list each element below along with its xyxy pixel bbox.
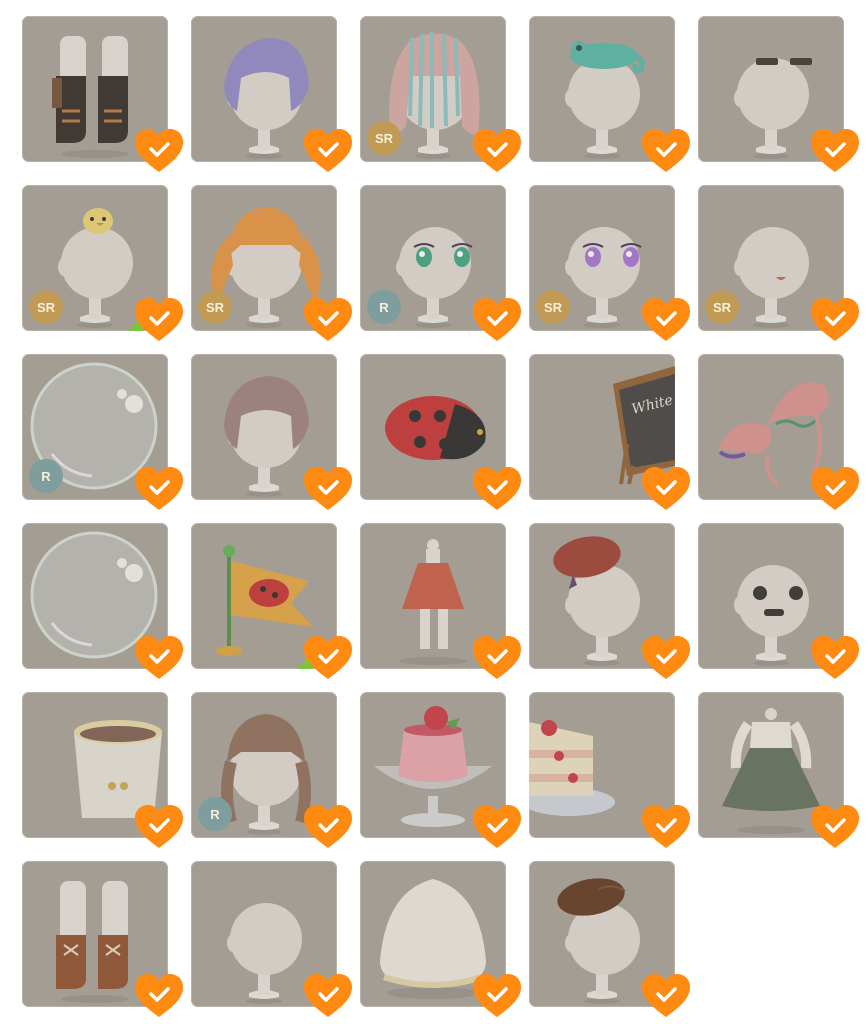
rarity-badge: SR [536, 290, 570, 324]
favorite-heart-check-icon[interactable] [472, 297, 522, 343]
favorite-heart-check-icon[interactable] [810, 128, 860, 174]
item-grid: SR SR SR R SR SR R White R [0, 0, 867, 1024]
favorite-heart-check-icon[interactable] [134, 466, 184, 512]
favorite-heart-check-icon[interactable] [810, 466, 860, 512]
favorite-heart-check-icon[interactable] [303, 973, 353, 1019]
favorite-heart-check-icon[interactable] [472, 804, 522, 850]
favorite-heart-check-icon[interactable] [303, 804, 353, 850]
favorite-heart-check-icon[interactable] [641, 297, 691, 343]
favorite-heart-check-icon[interactable] [641, 128, 691, 174]
favorite-heart-check-icon[interactable] [134, 128, 184, 174]
rarity-badge: R [198, 797, 232, 831]
favorite-heart-check-icon[interactable] [641, 804, 691, 850]
favorite-heart-check-icon[interactable] [641, 466, 691, 512]
favorite-heart-check-icon[interactable] [810, 297, 860, 343]
rarity-badge: SR [367, 121, 401, 155]
favorite-heart-check-icon[interactable] [134, 973, 184, 1019]
favorite-heart-check-icon[interactable] [303, 297, 353, 343]
rarity-badge: R [29, 459, 63, 493]
rarity-badge: R [367, 290, 401, 324]
favorite-heart-check-icon[interactable] [472, 128, 522, 174]
favorite-heart-check-icon[interactable] [134, 635, 184, 681]
favorite-heart-check-icon[interactable] [303, 635, 353, 681]
favorite-heart-check-icon[interactable] [810, 804, 860, 850]
favorite-heart-check-icon[interactable] [810, 635, 860, 681]
favorite-heart-check-icon[interactable] [472, 635, 522, 681]
favorite-heart-check-icon[interactable] [641, 973, 691, 1019]
favorite-heart-check-icon[interactable] [134, 297, 184, 343]
rarity-badge: SR [29, 290, 63, 324]
rarity-badge: SR [705, 290, 739, 324]
favorite-heart-check-icon[interactable] [472, 973, 522, 1019]
favorite-heart-check-icon[interactable] [303, 128, 353, 174]
favorite-heart-check-icon[interactable] [303, 466, 353, 512]
rarity-badge: SR [198, 290, 232, 324]
favorite-heart-check-icon[interactable] [472, 466, 522, 512]
favorite-heart-check-icon[interactable] [134, 804, 184, 850]
favorite-heart-check-icon[interactable] [641, 635, 691, 681]
